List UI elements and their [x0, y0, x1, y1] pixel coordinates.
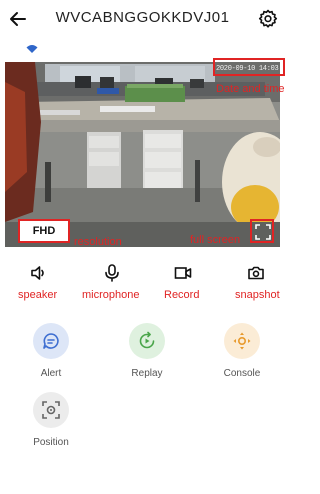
position-icon-circle: [33, 392, 69, 428]
replay-icon: [139, 331, 155, 349]
alert-icon-circle: [33, 323, 69, 359]
snapshot-annotation: snapshot: [235, 289, 280, 301]
console-label: Console: [223, 368, 261, 379]
date-time-highlight: [213, 58, 285, 76]
video-camera-icon[interactable]: [173, 263, 193, 283]
fullscreen-icon: [255, 224, 271, 240]
camera-icon[interactable]: [246, 263, 266, 283]
wifi-icon: [26, 45, 38, 53]
speaker-annotation: speaker: [18, 289, 58, 301]
gear-icon[interactable]: [258, 9, 278, 29]
app-header: WVCABNGGOKKDVJ01: [0, 0, 285, 38]
target-icon: [42, 401, 60, 419]
alert-button[interactable]: Alert: [21, 323, 81, 379]
position-label: Position: [33, 437, 69, 448]
record-annotation: Record: [164, 289, 200, 301]
resolution-annotation: resolution: [74, 236, 122, 248]
direction-pad-icon: [233, 332, 251, 350]
replay-icon-circle: [129, 323, 165, 359]
arrow-left-icon[interactable]: [8, 9, 28, 29]
replay-button[interactable]: Replay: [117, 323, 177, 379]
console-button[interactable]: Console: [212, 323, 272, 379]
full-screen-annotation: full screen: [190, 234, 241, 246]
microphone-icon[interactable]: [102, 263, 122, 283]
microphone-annotation: microphone: [82, 289, 140, 301]
page-title: WVCABNGGOKKDVJ01: [55, 9, 230, 26]
replay-label: Replay: [131, 368, 163, 379]
position-button[interactable]: Position: [21, 392, 81, 448]
message-icon: [43, 333, 59, 349]
console-icon-circle: [224, 323, 260, 359]
resolution-button[interactable]: FHD: [18, 219, 70, 243]
alert-label: Alert: [40, 368, 62, 379]
speaker-icon[interactable]: [29, 263, 49, 283]
date-time-annotation: Date and time: [216, 83, 285, 95]
full-screen-button[interactable]: [250, 219, 274, 243]
